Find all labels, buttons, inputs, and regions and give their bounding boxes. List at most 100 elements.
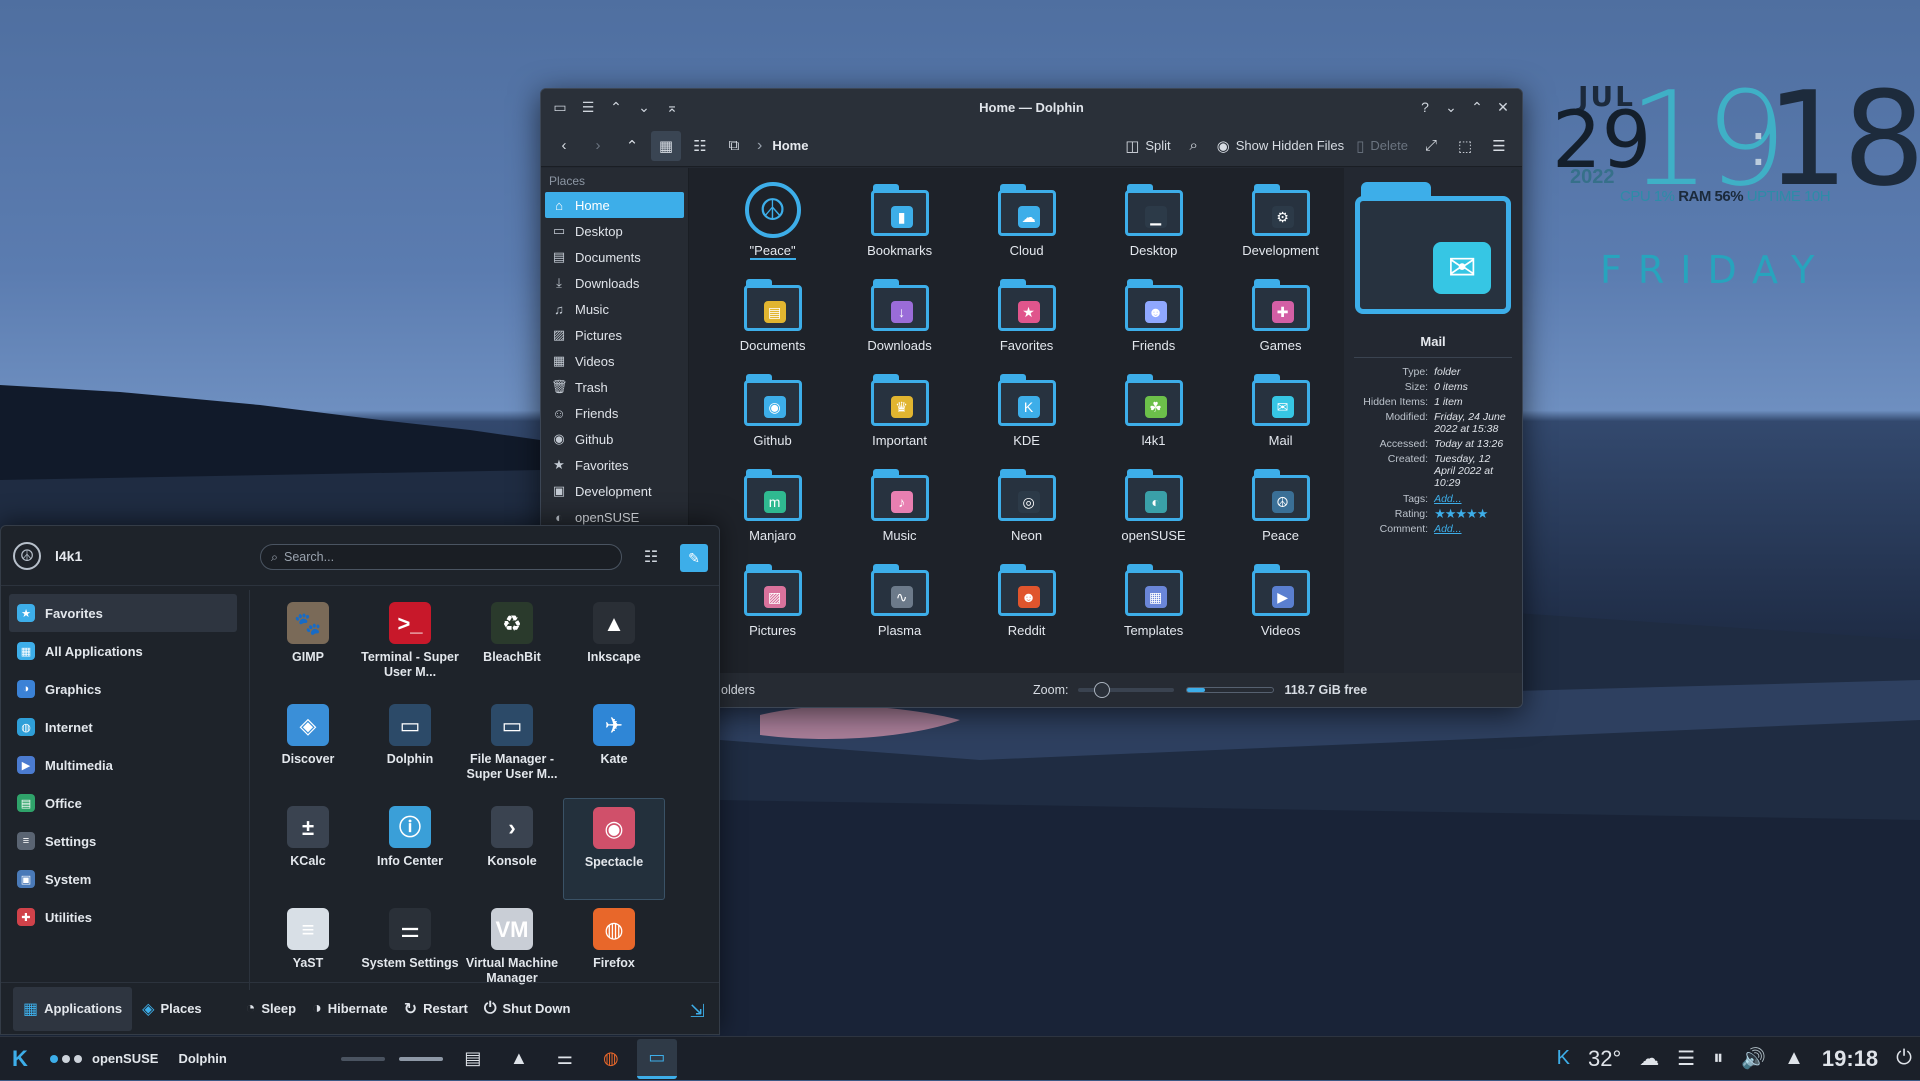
- file-item[interactable]: ◐ openSUSE: [1090, 467, 1217, 562]
- category-graphics[interactable]: ◑ Graphics: [9, 670, 237, 708]
- rating-stars[interactable]: ★★★★★: [1434, 507, 1512, 520]
- user-avatar[interactable]: ☮: [13, 541, 41, 570]
- fit-button[interactable]: ⤢: [1416, 131, 1446, 161]
- network-icon[interactable]: ☰: [1677, 1046, 1695, 1071]
- volume-icon[interactable]: 🔊: [1741, 1046, 1766, 1071]
- category-office[interactable]: ▤ Office: [9, 784, 237, 822]
- app-kate[interactable]: ✈ Kate: [563, 696, 665, 798]
- search-button[interactable]: ⌕: [1179, 131, 1209, 161]
- place-music[interactable]: ♫ Music: [545, 296, 684, 322]
- file-item[interactable]: ✚ Games: [1217, 277, 1344, 372]
- select-button[interactable]: ⬚: [1450, 131, 1480, 161]
- comment-add-link[interactable]: Add...: [1434, 523, 1512, 535]
- category-internet[interactable]: ◍ Internet: [9, 708, 237, 746]
- compact-view-button[interactable]: ☷: [685, 131, 715, 161]
- forward-button[interactable]: ›: [583, 131, 613, 161]
- place-favorites[interactable]: ★ Favorites: [545, 452, 684, 478]
- file-item[interactable]: ▦ Templates: [1090, 562, 1217, 657]
- applications-tab[interactable]: ▦ Applications: [13, 986, 133, 1031]
- app-bleachbit[interactable]: ♻ BleachBit: [461, 594, 563, 696]
- app-discover[interactable]: ◈ Discover: [257, 696, 359, 798]
- close-icon[interactable]: ✕: [1492, 96, 1514, 118]
- file-item[interactable]: ∿ Plasma: [836, 562, 963, 657]
- split-button[interactable]: ◫ Split: [1121, 131, 1174, 161]
- menu-button[interactable]: ☰: [1484, 131, 1514, 161]
- place-downloads[interactable]: ⤓ Downloads: [545, 270, 684, 296]
- task-window-thumbnail[interactable]: ▤: [453, 1039, 493, 1079]
- places-tab[interactable]: ◈ Places: [132, 987, 212, 1031]
- task-inkscape[interactable]: ▲: [499, 1039, 539, 1079]
- task-system-settings[interactable]: ⚌: [545, 1039, 585, 1079]
- file-item[interactable]: ◎ Neon: [963, 467, 1090, 562]
- file-item[interactable]: ♛ Important: [836, 372, 963, 467]
- place-development[interactable]: ▣ Development: [545, 478, 684, 504]
- file-item[interactable]: ◉ Github: [709, 372, 836, 467]
- icons-view-button[interactable]: ▦: [651, 130, 681, 161]
- file-item[interactable]: ▁ Desktop: [1090, 182, 1217, 277]
- category-utilities[interactable]: ✚ Utilities: [9, 898, 237, 936]
- configure-button[interactable]: ☷: [638, 544, 664, 570]
- back-button[interactable]: ‹: [549, 131, 579, 161]
- task-firefox[interactable]: ◍: [591, 1039, 631, 1079]
- zoom-slider-handle[interactable]: [1093, 682, 1110, 698]
- up-button[interactable]: ⌃: [617, 131, 647, 161]
- file-item[interactable]: ▶ Videos: [1217, 562, 1344, 657]
- help-icon[interactable]: ?: [1414, 96, 1436, 118]
- hibernate-button[interactable]: ◑ Hibernate: [304, 987, 396, 1031]
- app-dolphin[interactable]: ▭ Dolphin: [359, 696, 461, 798]
- leave-options-icon[interactable]: ⇲: [690, 1001, 705, 1022]
- tags-add-link[interactable]: Add...: [1434, 493, 1512, 505]
- delete-button[interactable]: ▯ Delete: [1352, 131, 1412, 161]
- show-hidden-button[interactable]: ◉ Show Hidden Files: [1213, 131, 1348, 161]
- power-icon[interactable]: ⏻: [1896, 1047, 1912, 1070]
- virtual-desktop-pager[interactable]: [50, 1054, 82, 1063]
- minimize-icon[interactable]: ⌄: [1440, 96, 1462, 118]
- file-item[interactable]: ☮ Peace: [1217, 467, 1344, 562]
- kde-connect-icon[interactable]: K: [1557, 1047, 1570, 1070]
- file-item[interactable]: ▤ Documents: [709, 277, 836, 372]
- app-info-center[interactable]: ⓘ Info Center: [359, 798, 461, 900]
- app-spectacle[interactable]: ◉ Spectacle: [563, 798, 665, 900]
- task-dolphin[interactable]: ▭: [636, 1038, 677, 1079]
- launcher-button[interactable]: K: [0, 1037, 40, 1081]
- pause-icon[interactable]: ⏸: [1713, 1047, 1723, 1070]
- restart-button[interactable]: ↻ Restart: [396, 987, 476, 1031]
- weather-cloud-icon[interactable]: ☁: [1639, 1046, 1659, 1071]
- file-item[interactable]: ☻ Reddit: [963, 562, 1090, 657]
- file-item[interactable]: ☘ l4k1: [1090, 372, 1217, 467]
- category-settings[interactable]: ≡ Settings: [9, 822, 237, 860]
- app-gimp[interactable]: 🐾 GIMP: [257, 594, 359, 696]
- details-view-button[interactable]: ⧉: [719, 131, 749, 161]
- file-item[interactable]: m Manjaro: [709, 467, 836, 562]
- dolphin-titlebar[interactable]: ▭ ☰ ⌃ ⌄ ⌅ Home — Dolphin ? ⌄ ⌃ ✕: [541, 89, 1522, 125]
- app-inkscape[interactable]: ▲ Inkscape: [563, 594, 665, 696]
- taskbar-clock[interactable]: 19:18: [1822, 1046, 1878, 1072]
- place-pictures[interactable]: ▨ Pictures: [545, 322, 684, 348]
- file-item[interactable]: ♪ Music: [836, 467, 963, 562]
- file-item[interactable]: ✉ Mail: [1217, 372, 1344, 467]
- file-item[interactable]: ↓ Downloads: [836, 277, 963, 372]
- file-item[interactable]: ☮ "Peace": [709, 182, 836, 277]
- place-trash[interactable]: 🗑 Trash: [545, 374, 684, 400]
- file-item[interactable]: ⚙ Development: [1217, 182, 1344, 277]
- shutdown-button[interactable]: ⏻ Shut Down: [476, 987, 579, 1031]
- search-input[interactable]: ⌕ Search...: [260, 544, 622, 570]
- breadcrumb-home[interactable]: Home: [772, 138, 808, 153]
- place-documents[interactable]: ▤ Documents: [545, 244, 684, 270]
- app-konsole[interactable]: › Konsole: [461, 798, 563, 900]
- hamburger-icon[interactable]: ☰: [577, 96, 599, 118]
- place-friends[interactable]: ☺ Friends: [545, 400, 684, 426]
- file-item[interactable]: ★ Favorites: [963, 277, 1090, 372]
- zoom-slider[interactable]: [1078, 682, 1175, 698]
- keep-below-icon[interactable]: ⌄: [633, 96, 655, 118]
- app-menu-icon[interactable]: ▭: [549, 96, 571, 118]
- app-kcalc[interactable]: ± KCalc: [257, 798, 359, 900]
- expand-tray-icon[interactable]: ▲: [1784, 1047, 1804, 1070]
- place-desktop[interactable]: ▭ Desktop: [545, 218, 684, 244]
- app-terminal-super-user-m-[interactable]: >_ Terminal - Super User M...: [359, 594, 461, 696]
- category-system[interactable]: ▣ System: [9, 860, 237, 898]
- pin-button[interactable]: ✎: [680, 544, 708, 572]
- file-item[interactable]: ▨ Pictures: [709, 562, 836, 657]
- file-item[interactable]: K KDE: [963, 372, 1090, 467]
- file-item[interactable]: ▮ Bookmarks: [836, 182, 963, 277]
